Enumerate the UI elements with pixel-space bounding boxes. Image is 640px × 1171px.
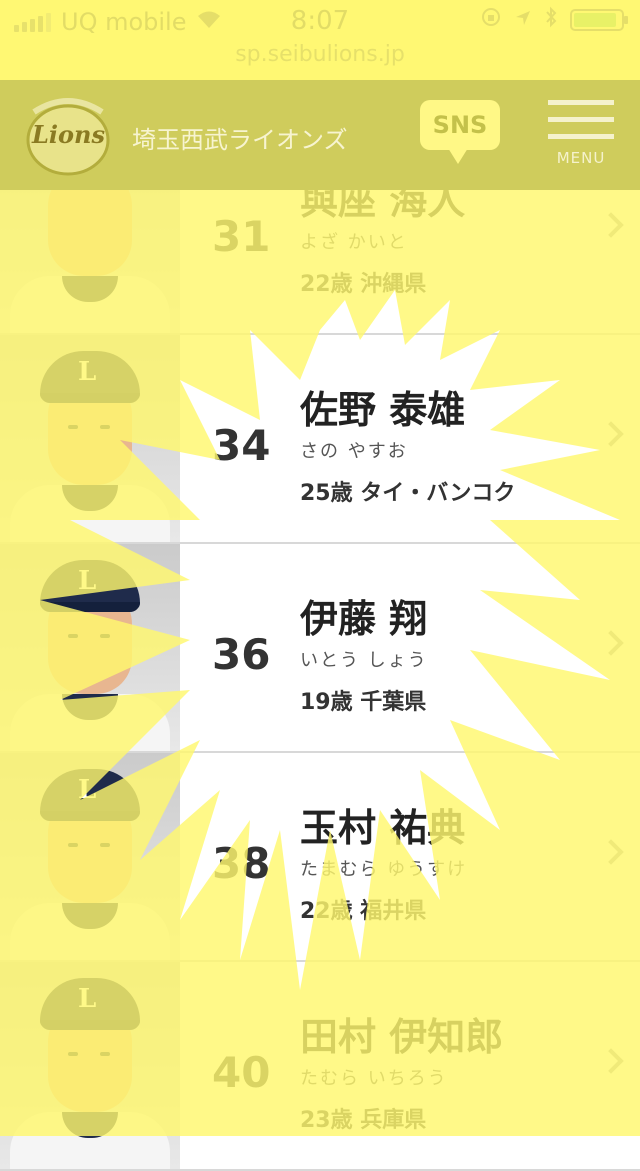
- location-icon: [514, 8, 532, 33]
- chevron-right-icon: [598, 1048, 624, 1074]
- url-text: sp.seibulions.jp: [235, 42, 405, 67]
- bluetooth-icon: [544, 6, 558, 34]
- logo-text: Lions: [32, 120, 105, 149]
- player-name: 田村 伊知郎: [300, 1015, 504, 1059]
- list-item[interactable]: L 36 伊藤 翔 いとう しょう 19歳 千葉県: [0, 544, 640, 753]
- player-info: 22歳 福井県: [300, 899, 427, 924]
- player-info: 23歳 兵庫県: [300, 1108, 427, 1133]
- player-name: 玉村 祐典: [300, 806, 466, 850]
- menu-button[interactable]: MENU: [548, 100, 614, 167]
- sns-button[interactable]: SNS: [420, 100, 500, 164]
- hamburger-icon: [548, 100, 614, 105]
- chevron-right-icon: [598, 421, 624, 447]
- player-name: 伊藤 翔: [300, 597, 428, 641]
- list-item[interactable]: L 34 佐野 泰雄 さの やすお 25歳 タイ・バンコク: [0, 335, 640, 544]
- status-bar: UQ mobile 8:07: [0, 0, 640, 40]
- chevron-right-icon: [598, 839, 624, 865]
- player-number: 34: [212, 421, 271, 470]
- player-list: 31 與座 海人 よざ かいと 22歳 沖縄県 L 34 佐野 泰雄 さの やす…: [0, 126, 640, 1171]
- player-kana: たまむら ゆうすけ: [300, 859, 468, 880]
- list-item[interactable]: L 38 玉村 祐典 たまむら ゆうすけ 22歳 福井県: [0, 753, 640, 962]
- player-info: 25歳 タイ・バンコク: [300, 481, 516, 506]
- chevron-right-icon: [598, 212, 624, 238]
- menu-label: MENU: [556, 149, 606, 167]
- player-photo: L: [0, 544, 180, 751]
- player-kana: たむら いちろう: [300, 1068, 448, 1089]
- rotation-lock-icon: [480, 6, 502, 34]
- player-kana: よざ かいと: [300, 232, 408, 253]
- player-number: 31: [212, 212, 271, 261]
- player-number: 36: [212, 630, 271, 679]
- player-number: 40: [212, 1048, 271, 1097]
- player-name: 佐野 泰雄: [300, 388, 466, 432]
- battery-icon: [570, 9, 628, 31]
- player-number: 38: [212, 839, 271, 888]
- player-photo: L: [0, 962, 180, 1169]
- lions-logo[interactable]: Lions: [20, 90, 116, 180]
- player-info: 22歳 沖縄県: [300, 272, 427, 297]
- player-info: 19歳 千葉県: [300, 690, 427, 715]
- team-name: 埼玉西武ライオンズ: [132, 126, 348, 154]
- player-photo: L: [0, 335, 180, 542]
- url-bar[interactable]: sp.seibulions.jp: [0, 40, 640, 80]
- chevron-right-icon: [598, 630, 624, 656]
- player-kana: いとう しょう: [300, 650, 428, 671]
- site-header: Lions 埼玉西武ライオンズ SNS MENU: [0, 80, 640, 190]
- list-item[interactable]: L 40 田村 伊知郎 たむら いちろう 23歳 兵庫県: [0, 962, 640, 1171]
- player-kana: さの やすお: [300, 441, 408, 462]
- player-photo: L: [0, 753, 180, 960]
